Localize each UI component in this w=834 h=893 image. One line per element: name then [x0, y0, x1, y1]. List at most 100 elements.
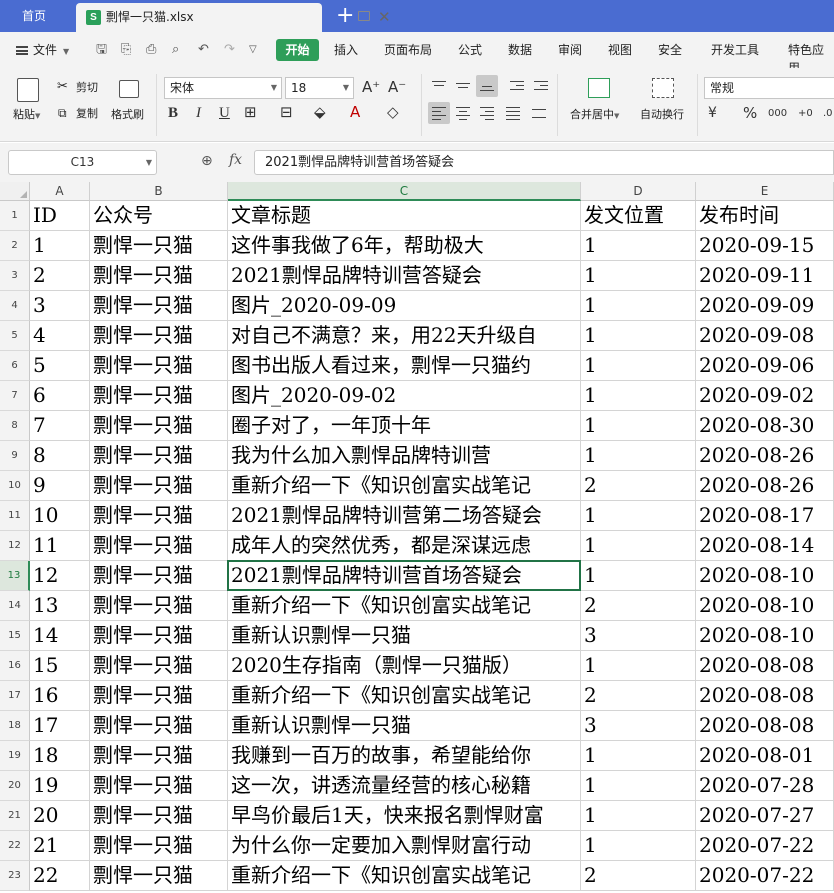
cell-c12[interactable]: 成年人的突然优秀，都是深谋远虑: [228, 531, 581, 561]
cell-a16[interactable]: 15: [30, 651, 90, 681]
align-left-icon[interactable]: [428, 102, 450, 124]
paste-button[interactable]: 粘贴▼: [13, 108, 40, 123]
currency-icon[interactable]: ¥: [708, 104, 717, 122]
cell-e3[interactable]: 2020-09-11: [696, 261, 834, 291]
row-header[interactable]: 7: [0, 381, 30, 411]
cell-c17[interactable]: 重新介绍一下《知识创富实战笔记: [228, 681, 581, 711]
cell-e4[interactable]: 2020-09-09: [696, 291, 834, 321]
zoom-icon[interactable]: ⊕: [201, 153, 213, 169]
cell-e1[interactable]: 发布时间: [696, 201, 834, 231]
cell-e14[interactable]: 2020-08-10: [696, 591, 834, 621]
bold-icon[interactable]: B: [168, 104, 178, 122]
row-header[interactable]: 14: [0, 591, 30, 621]
cell-c8[interactable]: 圈子对了，一年顶十年: [228, 411, 581, 441]
fill-color-icon[interactable]: ⬙: [314, 103, 326, 121]
cell-d12[interactable]: 1: [581, 531, 696, 561]
cell-b11[interactable]: 剽悍一只猫: [90, 501, 228, 531]
close-tab-icon[interactable]: ✕: [378, 7, 391, 27]
cell-d9[interactable]: 1: [581, 441, 696, 471]
font-size-select[interactable]: 18 ▼: [285, 77, 354, 99]
undo-icon[interactable]: ↶: [198, 42, 209, 58]
number-format-select[interactable]: 常规: [704, 77, 834, 99]
cut-button[interactable]: 剪切: [76, 81, 98, 95]
row-header[interactable]: 23: [0, 861, 30, 891]
row-header[interactable]: 6: [0, 351, 30, 381]
cell-e19[interactable]: 2020-08-01: [696, 741, 834, 771]
cell-e8[interactable]: 2020-08-30: [696, 411, 834, 441]
cell-a5[interactable]: 4: [30, 321, 90, 351]
cell-e11[interactable]: 2020-08-17: [696, 501, 834, 531]
menu-review[interactable]: 审阅: [558, 41, 582, 59]
row-header[interactable]: 15: [0, 621, 30, 651]
align-middle-icon[interactable]: [452, 75, 474, 97]
monitor-icon[interactable]: [358, 11, 370, 21]
cell-d7[interactable]: 1: [581, 381, 696, 411]
select-all-corner[interactable]: [0, 182, 30, 201]
wrap-text-button[interactable]: 自动换行: [640, 108, 684, 122]
menu-data[interactable]: 数据: [508, 41, 532, 59]
customize-dropdown-icon[interactable]: ▽: [249, 42, 257, 58]
cell-b3[interactable]: 剽悍一只猫: [90, 261, 228, 291]
increase-indent-icon[interactable]: [530, 75, 552, 97]
menu-file[interactable]: 文件 ▼: [16, 41, 69, 61]
row-header[interactable]: 12: [0, 531, 30, 561]
cell-e21[interactable]: 2020-07-27: [696, 801, 834, 831]
name-box[interactable]: C13 ▼: [8, 150, 157, 175]
cell-a4[interactable]: 3: [30, 291, 90, 321]
cell-b4[interactable]: 剽悍一只猫: [90, 291, 228, 321]
row-header[interactable]: 13: [0, 561, 30, 591]
cell-b14[interactable]: 剽悍一只猫: [90, 591, 228, 621]
cell-b2[interactable]: 剽悍一只猫: [90, 231, 228, 261]
cell-c6[interactable]: 图书出版人看过来，剽悍一只猫约: [228, 351, 581, 381]
cell-c11[interactable]: 2021剽悍品牌特训营第二场答疑会: [228, 501, 581, 531]
cell-c5[interactable]: 对自己不满意？来，用22天升级自: [228, 321, 581, 351]
cell-a1[interactable]: ID: [30, 201, 90, 231]
cell-b16[interactable]: 剽悍一只猫: [90, 651, 228, 681]
cell-c4[interactable]: 图片_2020-09-09: [228, 291, 581, 321]
cell-d21[interactable]: 1: [581, 801, 696, 831]
column-header-a[interactable]: A: [30, 182, 90, 201]
tab-spreadsheet-file[interactable]: S 剽悍一只猫.xlsx ✕: [76, 3, 391, 32]
menu-security[interactable]: 安全: [658, 41, 682, 59]
cell-d5[interactable]: 1: [581, 321, 696, 351]
italic-icon[interactable]: I: [196, 104, 201, 122]
cell-d2[interactable]: 1: [581, 231, 696, 261]
merge-center-button[interactable]: 合并居中▼: [570, 108, 619, 123]
cell-a6[interactable]: 5: [30, 351, 90, 381]
redo-icon[interactable]: ↷: [224, 42, 235, 58]
copy-button[interactable]: 复制: [76, 107, 98, 121]
cell-b23[interactable]: 剽悍一只猫: [90, 861, 228, 891]
cell-b10[interactable]: 剽悍一只猫: [90, 471, 228, 501]
fill-pattern-icon[interactable]: ⊟: [280, 103, 293, 121]
row-header[interactable]: 22: [0, 831, 30, 861]
fx-icon[interactable]: fx: [229, 152, 242, 168]
increase-font-icon[interactable]: A⁺: [362, 78, 380, 96]
cell-c21[interactable]: 早鸟价最后1天，快来报名剽悍财富: [228, 801, 581, 831]
underline-icon[interactable]: U: [219, 104, 230, 122]
cell-a23[interactable]: 22: [30, 861, 90, 891]
cell-b1[interactable]: 公众号: [90, 201, 228, 231]
cell-d23[interactable]: 2: [581, 861, 696, 891]
row-header[interactable]: 8: [0, 411, 30, 441]
distributed-align-icon[interactable]: [528, 102, 550, 124]
cell-c2[interactable]: 这件事我做了6年，帮助极大: [228, 231, 581, 261]
column-header-c[interactable]: C: [228, 182, 581, 201]
cell-e18[interactable]: 2020-08-08: [696, 711, 834, 741]
cell-d6[interactable]: 1: [581, 351, 696, 381]
cell-c19[interactable]: 我赚到一百万的故事，希望能给你: [228, 741, 581, 771]
cell-a22[interactable]: 21: [30, 831, 90, 861]
align-bottom-icon[interactable]: [476, 75, 498, 97]
tab-home[interactable]: 首页: [0, 0, 74, 32]
cell-d16[interactable]: 1: [581, 651, 696, 681]
align-right-icon[interactable]: [476, 102, 498, 124]
cell-c10[interactable]: 重新介绍一下《知识创富实战笔记: [228, 471, 581, 501]
row-header[interactable]: 18: [0, 711, 30, 741]
cell-e13[interactable]: 2020-08-10: [696, 561, 834, 591]
row-header[interactable]: 17: [0, 681, 30, 711]
cell-b19[interactable]: 剽悍一只猫: [90, 741, 228, 771]
format-painter-button[interactable]: 格式刷: [111, 108, 144, 122]
menu-formulas[interactable]: 公式: [458, 41, 482, 59]
export-icon[interactable]: ⎘: [121, 42, 131, 58]
decrease-font-icon[interactable]: A⁻: [388, 78, 406, 96]
cell-a21[interactable]: 20: [30, 801, 90, 831]
